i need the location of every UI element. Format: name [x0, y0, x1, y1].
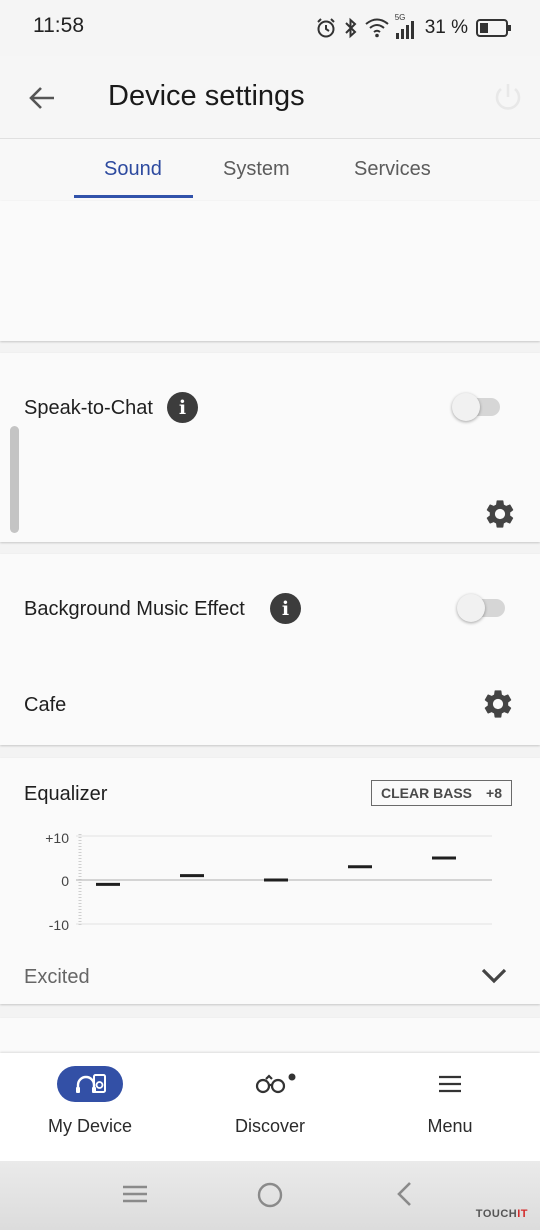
status-icons: 5G 31 % — [315, 13, 512, 43]
recent-apps-icon — [123, 1185, 147, 1203]
back-button[interactable] — [24, 80, 60, 116]
clear-bass-label: CLEAR BASS — [381, 785, 473, 801]
background-music-settings-button[interactable] — [481, 687, 515, 721]
watermark: TOUCHIT — [476, 1208, 528, 1220]
tab-services[interactable]: Services — [354, 158, 431, 181]
headphones-device-icon — [76, 1074, 106, 1093]
speak-to-chat-label: Speak-to-Chat — [24, 397, 153, 419]
scrollbar-thumb[interactable] — [10, 426, 19, 533]
active-tab-indicator — [74, 195, 193, 198]
background-music-value: Cafe — [24, 694, 67, 716]
tab-sound[interactable]: Sound — [104, 158, 162, 181]
battery-icon — [476, 19, 511, 37]
tab-system[interactable]: System — [223, 158, 290, 181]
bluetooth-icon — [344, 17, 357, 39]
recent-apps-button[interactable] — [122, 1183, 148, 1205]
nav-label-menu[interactable]: Menu — [370, 1116, 530, 1137]
speak-to-chat-toggle[interactable] — [450, 392, 502, 422]
nav-label-my-device[interactable]: My Device — [10, 1116, 170, 1137]
equalizer-preset: Excited — [24, 966, 90, 988]
clear-bass-badge: CLEAR BASS +8 — [371, 780, 512, 806]
speak-to-chat-card — [0, 353, 540, 542]
menu-nav-button[interactable] — [438, 1074, 462, 1094]
power-button[interactable] — [490, 80, 526, 116]
info-icon[interactable]: i — [270, 593, 301, 624]
equalizer-label: Equalizer — [24, 783, 108, 805]
home-button[interactable] — [256, 1181, 284, 1209]
watermark-prefix: TOUCH — [475, 1208, 518, 1220]
arrow-left-icon — [29, 87, 54, 109]
binoculars-icon — [255, 1073, 296, 1094]
wifi-icon — [365, 18, 389, 38]
gear-icon — [484, 690, 512, 718]
discover-nav-button[interactable] — [254, 1070, 300, 1100]
info-icon[interactable]: i — [167, 392, 198, 423]
clear-bass-value: +8 — [486, 785, 502, 801]
page-title: Device settings — [108, 80, 305, 112]
my-device-nav-button[interactable] — [57, 1066, 123, 1102]
toggle-knob — [457, 594, 485, 622]
watermark-suffix: IT — [517, 1208, 528, 1220]
home-circle-icon — [257, 1182, 283, 1208]
gear-icon — [486, 500, 514, 528]
chevron-left-icon — [397, 1182, 411, 1206]
nav-label-discover[interactable]: Discover — [190, 1116, 350, 1137]
toggle-knob — [452, 393, 480, 421]
notification-dot — [288, 1073, 296, 1081]
background-music-toggle[interactable] — [455, 593, 507, 623]
system-back-button[interactable] — [394, 1180, 414, 1208]
equalizer-expand-button[interactable] — [478, 962, 510, 990]
empty-card — [0, 201, 540, 341]
background-music-label: Background Music Effect — [24, 598, 245, 620]
hamburger-icon — [439, 1075, 461, 1093]
signal-icon: 5G — [395, 13, 415, 40]
speak-to-chat-settings-button[interactable] — [483, 497, 517, 531]
battery-percentage: 31 % — [424, 17, 468, 38]
background-music-card — [0, 554, 540, 745]
chevron-down-icon — [481, 968, 507, 984]
status-time: 11:58 — [33, 14, 84, 37]
equalizer-graph — [76, 834, 492, 926]
power-icon — [495, 84, 521, 110]
alarm-icon — [316, 18, 335, 38]
